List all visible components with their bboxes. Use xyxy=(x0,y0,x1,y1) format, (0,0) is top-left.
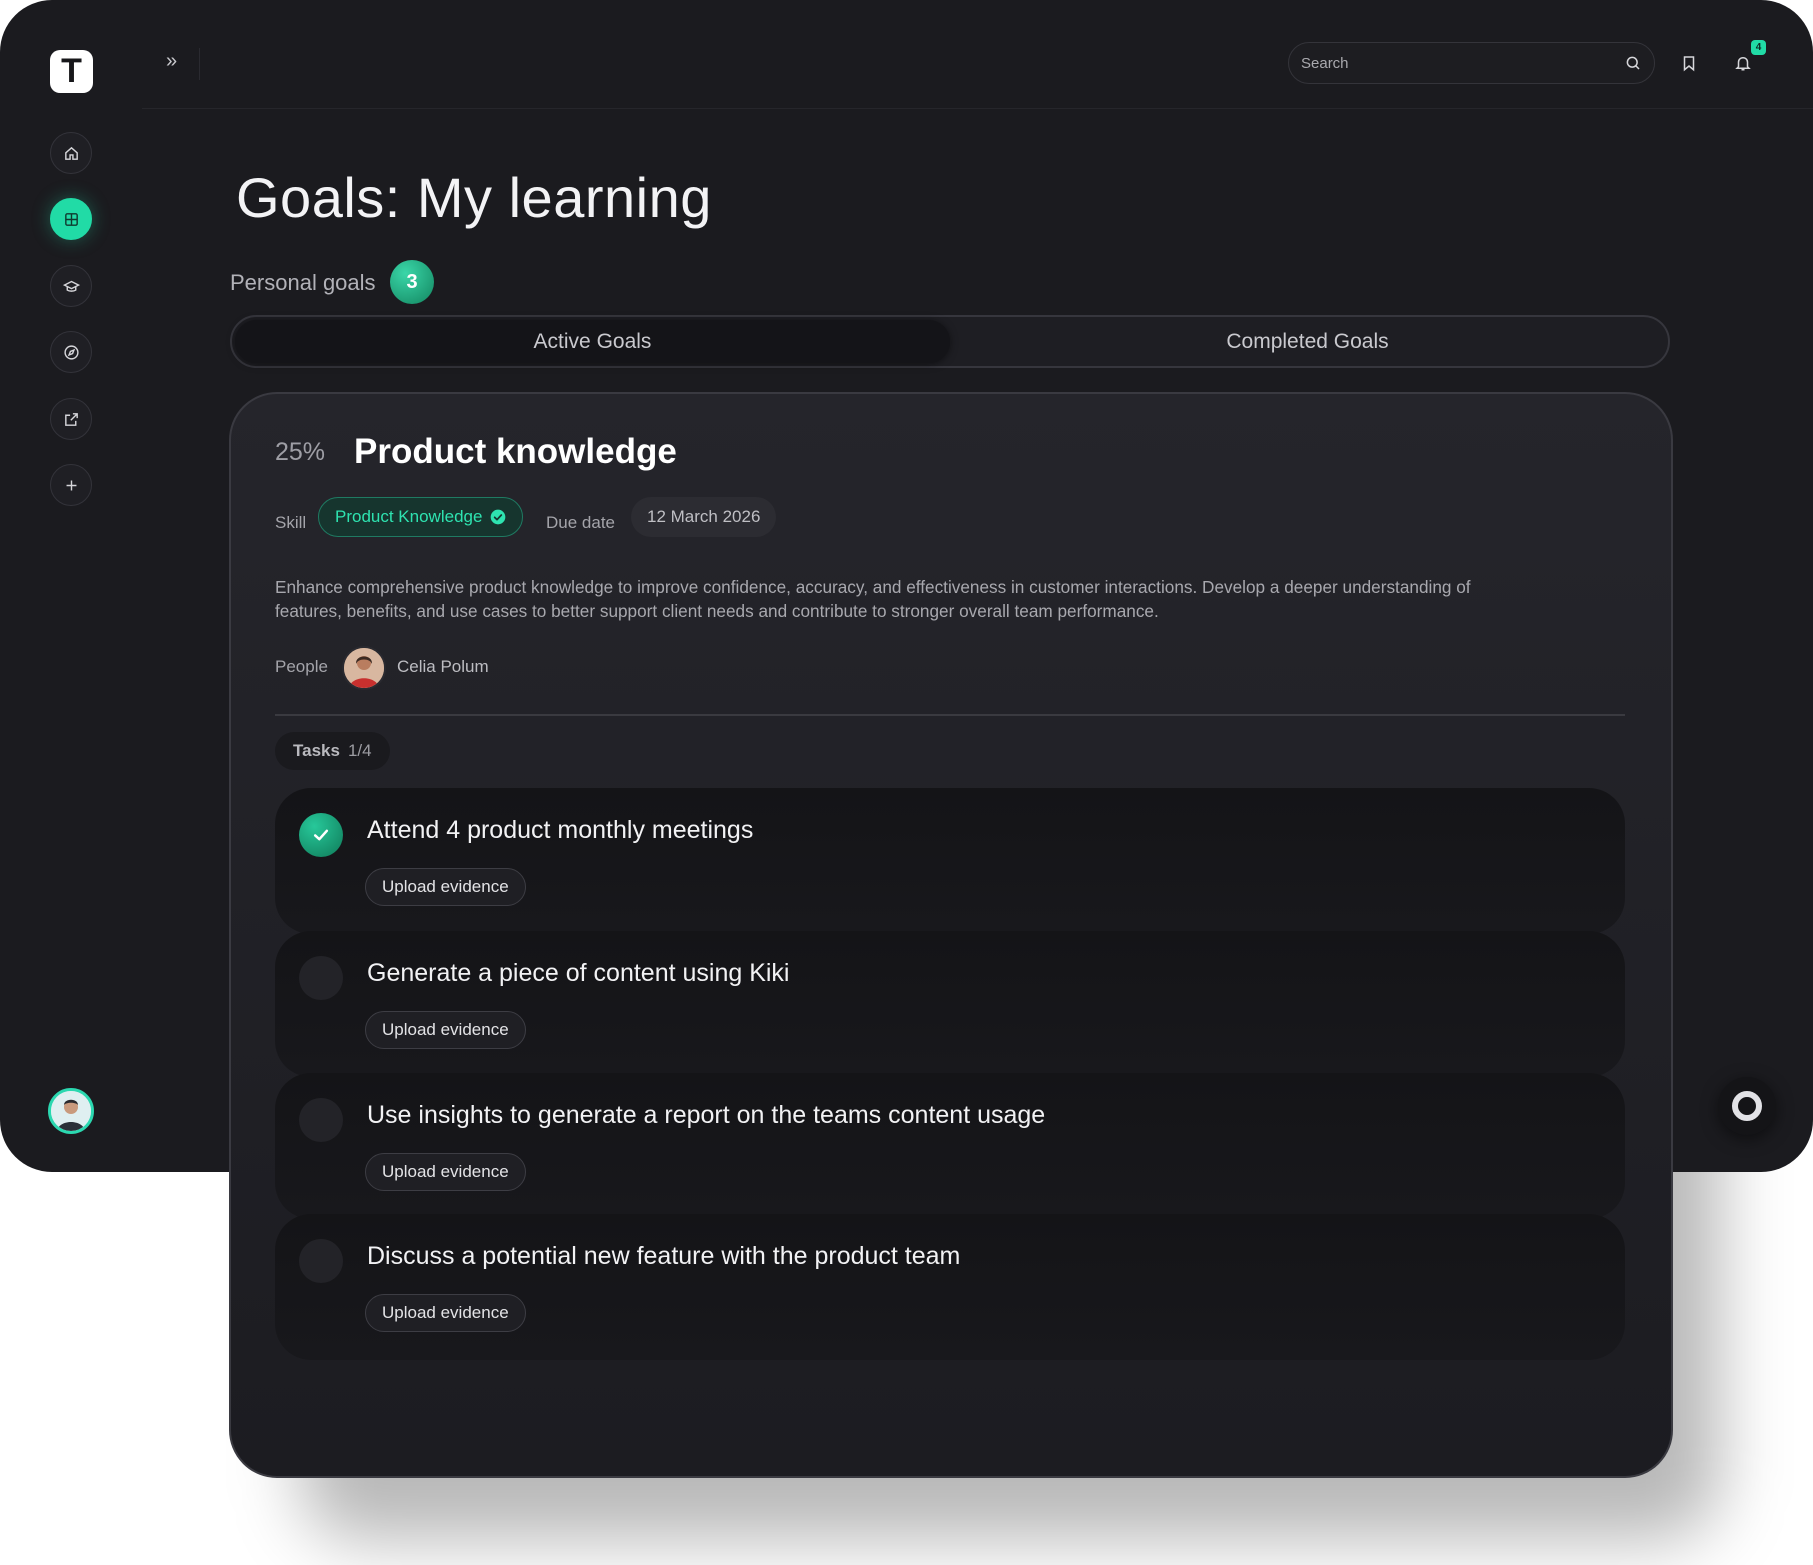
goal-description: Enhance comprehensive product knowledge … xyxy=(275,577,1471,621)
search-box[interactable] xyxy=(1288,42,1655,84)
assistant-fab[interactable] xyxy=(1718,1077,1776,1135)
person-avatar-image xyxy=(344,648,384,688)
notification-badge: 4 xyxy=(1751,40,1766,55)
due-date-value: 12 March 2026 xyxy=(631,497,777,537)
tasks-label: Tasks xyxy=(293,741,340,760)
verified-check-icon xyxy=(491,509,506,525)
external-link-icon xyxy=(64,412,78,426)
search-input[interactable] xyxy=(1301,54,1624,72)
sidebar-item-learning[interactable] xyxy=(50,265,92,307)
goals-tabs: Active Goals Completed Goals xyxy=(230,315,1670,368)
sidebar-item-goals[interactable] xyxy=(50,198,92,240)
task-checkbox[interactable] xyxy=(299,1239,343,1283)
tasks-count: 1/4 xyxy=(347,741,372,760)
task-checkbox[interactable] xyxy=(299,1098,343,1142)
sidebar-item-home[interactable] xyxy=(50,132,92,174)
goal-title: Product knowledge xyxy=(354,432,677,471)
graduation-cap-icon xyxy=(62,280,80,292)
task-title: Attend 4 product monthly meetings xyxy=(367,816,754,844)
page-title: Goals: My learning xyxy=(236,166,712,229)
task-item: Use insights to generate a report on the… xyxy=(275,1073,1625,1219)
search-icon[interactable] xyxy=(1624,54,1642,72)
task-item: Generate a piece of content using Kiki U… xyxy=(275,931,1625,1077)
home-icon xyxy=(64,146,78,160)
goal-card: 25% Product knowledge Skill Product Know… xyxy=(229,392,1673,1478)
due-date-label: Due date xyxy=(546,513,615,532)
app-logo[interactable]: T xyxy=(50,50,93,93)
tab-completed-goals[interactable]: Completed Goals xyxy=(950,320,1665,363)
topbar-bottom-border xyxy=(142,108,1813,109)
compass-icon xyxy=(63,344,79,360)
task-item: Attend 4 product monthly meetings Upload… xyxy=(275,788,1625,934)
task-title: Generate a piece of content using Kiki xyxy=(367,959,790,987)
bookmark-button[interactable] xyxy=(1678,52,1700,74)
user-avatar[interactable] xyxy=(48,1088,94,1134)
skill-tag[interactable]: Product Knowledge xyxy=(318,497,524,537)
upload-evidence-button[interactable]: Upload evidence xyxy=(365,1294,526,1332)
notifications-button[interactable] xyxy=(1732,52,1754,74)
sidebar-item-external[interactable] xyxy=(50,398,92,440)
task-title: Discuss a potential new feature with the… xyxy=(367,1242,961,1270)
topbar-divider xyxy=(199,48,200,80)
upload-evidence-button[interactable]: Upload evidence xyxy=(365,868,526,906)
sidebar-item-add[interactable] xyxy=(50,464,92,506)
task-checkbox[interactable] xyxy=(299,813,343,857)
card-divider xyxy=(275,714,1625,716)
upload-evidence-button[interactable]: Upload evidence xyxy=(365,1011,526,1049)
task-checkbox[interactable] xyxy=(299,956,343,1000)
user-avatar-image xyxy=(51,1091,91,1131)
checkmark-icon xyxy=(313,829,329,841)
sidebar-item-explore[interactable] xyxy=(50,331,92,373)
person-name: Celia Polum xyxy=(397,657,489,676)
goals-grid-icon xyxy=(64,212,78,226)
people-label: People xyxy=(275,657,328,676)
skill-tag-label: Product Knowledge xyxy=(335,507,483,526)
task-item: Discuss a potential new feature with the… xyxy=(275,1214,1625,1360)
bookmark-icon xyxy=(1683,56,1695,72)
tasks-header: Tasks 1/4 xyxy=(275,732,390,770)
skill-label: Skill xyxy=(275,513,307,532)
person-avatar[interactable] xyxy=(342,646,386,690)
expand-sidebar-icon[interactable]: » xyxy=(166,50,188,72)
goal-progress-percent: 25% xyxy=(275,438,326,466)
bell-icon xyxy=(1735,56,1751,71)
personal-goals-count-badge: 3 xyxy=(390,260,434,304)
personal-goals-label: Personal goals xyxy=(230,270,376,295)
task-title: Use insights to generate a report on the… xyxy=(367,1101,1046,1129)
plus-icon xyxy=(66,480,76,490)
upload-evidence-button[interactable]: Upload evidence xyxy=(365,1153,526,1191)
tab-active-goals[interactable]: Active Goals xyxy=(235,320,950,363)
assistant-ring-icon xyxy=(1732,1091,1762,1121)
sidebar: T xyxy=(0,0,142,1172)
